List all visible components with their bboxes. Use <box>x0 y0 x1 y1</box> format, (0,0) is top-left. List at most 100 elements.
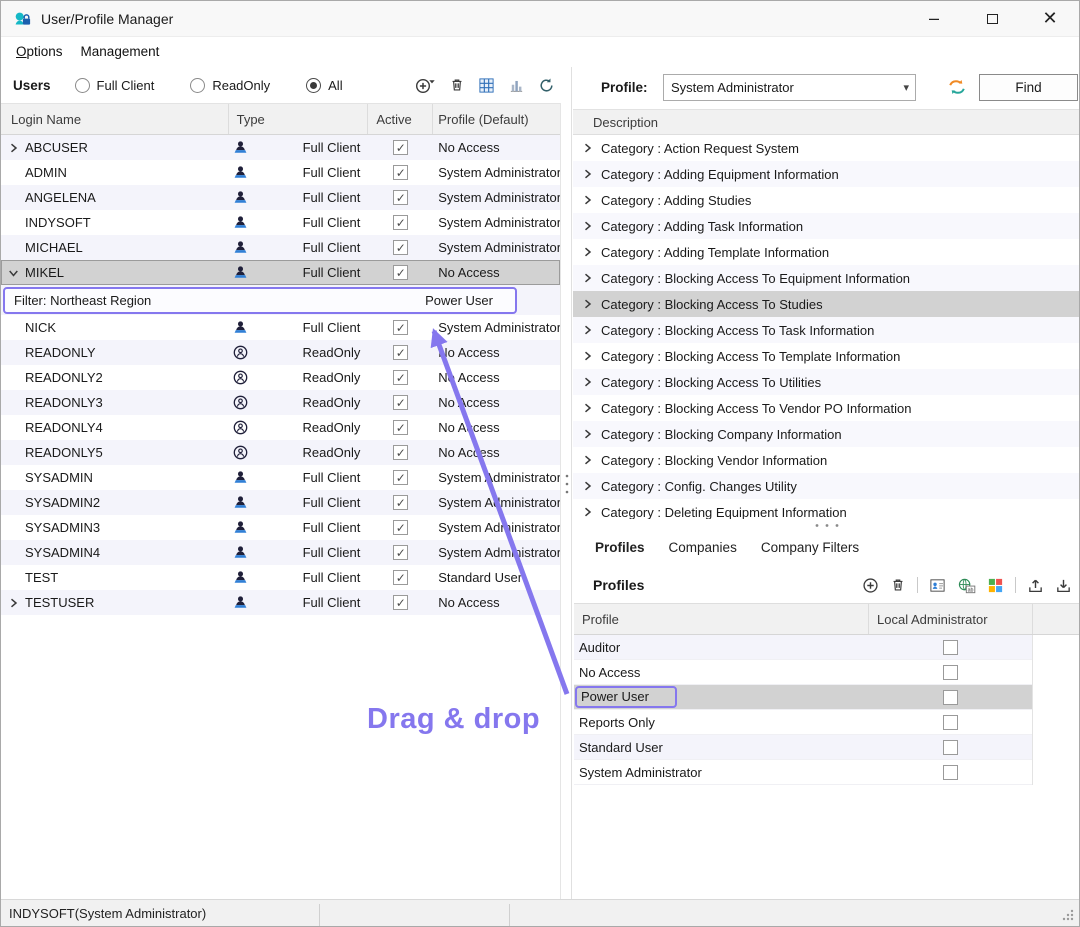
active-checkbox[interactable]: ✓ <box>393 545 408 560</box>
collapse-icon[interactable] <box>9 268 19 277</box>
expand-icon[interactable] <box>583 325 592 335</box>
active-checkbox[interactable]: ✓ <box>393 345 408 360</box>
grid-view-icon[interactable] <box>478 77 495 94</box>
active-checkbox[interactable]: ✓ <box>393 240 408 255</box>
description-item[interactable]: Category : Blocking Access To Utilities <box>573 369 1080 395</box>
close-button[interactable]: ✕ <box>1021 1 1079 36</box>
add-user-icon[interactable] <box>414 76 436 94</box>
filter-drop-target[interactable]: Filter: Northeast RegionPower User <box>3 287 517 314</box>
description-item[interactable]: Category : Adding Task Information <box>573 213 1080 239</box>
active-checkbox[interactable]: ✓ <box>393 470 408 485</box>
expand-icon[interactable] <box>583 403 592 413</box>
user-row-sysadmin2[interactable]: SYSADMIN2Full Client✓System Administrato… <box>1 490 560 515</box>
horizontal-splitter[interactable] <box>573 519 1080 531</box>
delete-icon[interactable] <box>890 577 906 593</box>
add-icon[interactable] <box>862 577 879 594</box>
local-admin-checkbox[interactable] <box>943 715 958 730</box>
description-item[interactable]: Category : Blocking Company Information <box>573 421 1080 447</box>
active-checkbox[interactable]: ✓ <box>393 495 408 510</box>
expand-icon[interactable] <box>583 247 592 257</box>
user-row-michael[interactable]: MICHAELFull Client✓System Administrator <box>1 235 560 260</box>
matrix-icon[interactable] <box>987 577 1004 594</box>
description-item[interactable]: Category : Adding Template Information <box>573 239 1080 265</box>
expand-icon[interactable] <box>583 273 592 283</box>
user-row-sysadmin[interactable]: SYSADMINFull Client✓System Administrator <box>1 465 560 490</box>
description-item[interactable]: Category : Adding Studies <box>573 187 1080 213</box>
description-item[interactable]: Category : Blocking Access To Vendor PO … <box>573 395 1080 421</box>
import-icon[interactable] <box>1055 577 1072 594</box>
expand-icon[interactable] <box>583 455 592 465</box>
active-checkbox[interactable]: ✓ <box>393 190 408 205</box>
profile-drag-source[interactable]: Power User <box>575 686 677 708</box>
active-checkbox[interactable]: ✓ <box>393 265 408 280</box>
user-card-icon[interactable] <box>929 577 946 594</box>
chart-icon[interactable] <box>508 77 525 94</box>
user-row-nick[interactable]: NICKFull Client✓System Administrator <box>1 315 560 340</box>
user-row-sysadmin4[interactable]: SYSADMIN4Full Client✓System Administrato… <box>1 540 560 565</box>
panel-splitter-grip[interactable] <box>564 473 570 495</box>
active-checkbox[interactable]: ✓ <box>393 320 408 335</box>
user-row-readonly3[interactable]: READONLY3ReadOnly✓No Access <box>1 390 560 415</box>
user-row-abcuser[interactable]: ABCUSERFull Client✓No Access <box>1 135 560 160</box>
user-row-readonly[interactable]: READONLYReadOnly✓No Access <box>1 340 560 365</box>
active-checkbox[interactable]: ✓ <box>393 370 408 385</box>
active-checkbox[interactable]: ✓ <box>393 215 408 230</box>
expand-icon[interactable] <box>583 481 592 491</box>
user-row-test[interactable]: TESTFull Client✓Standard User <box>1 565 560 590</box>
expand-icon[interactable] <box>583 221 592 231</box>
local-admin-checkbox[interactable] <box>943 690 958 705</box>
description-item[interactable]: Category : Deleting Equipment Informatio… <box>573 499 1080 519</box>
column-header-active[interactable]: Active <box>368 104 433 134</box>
description-item[interactable]: Category : Config. Changes Utility <box>573 473 1080 499</box>
active-checkbox[interactable]: ✓ <box>393 570 408 585</box>
active-checkbox[interactable]: ✓ <box>393 595 408 610</box>
tab-profiles[interactable]: Profiles <box>585 533 655 562</box>
user-row-testuser[interactable]: TESTUSERFull Client✓No Access <box>1 590 560 615</box>
expand-icon[interactable] <box>583 169 592 179</box>
menu-item-management[interactable]: Management <box>72 37 169 67</box>
profile-row-auditor[interactable]: Auditor <box>574 635 1032 660</box>
profile-row-reports-only[interactable]: Reports Only <box>574 710 1032 735</box>
column-header-profile[interactable]: Profile <box>574 604 869 634</box>
profile-row-standard-user[interactable]: Standard User <box>574 735 1032 760</box>
tab-companies[interactable]: Companies <box>659 533 747 562</box>
user-row-admin[interactable]: ADMINFull Client✓System Administrator <box>1 160 560 185</box>
local-admin-checkbox[interactable] <box>943 765 958 780</box>
expand-icon[interactable] <box>583 507 592 517</box>
description-item[interactable]: Category : Action Request System <box>573 135 1080 161</box>
user-row-readonly5[interactable]: READONLY5ReadOnly✓No Access <box>1 440 560 465</box>
profile-row-no-access[interactable]: No Access <box>574 660 1032 685</box>
description-item[interactable]: Category : Blocking Access To Template I… <box>573 343 1080 369</box>
active-checkbox[interactable]: ✓ <box>393 520 408 535</box>
active-checkbox[interactable]: ✓ <box>393 445 408 460</box>
active-checkbox[interactable]: ✓ <box>393 140 408 155</box>
rename-icon[interactable]: ab <box>957 577 976 594</box>
minimize-button[interactable]: – <box>905 1 963 36</box>
user-row-angelena[interactable]: ANGELENAFull Client✓System Administrator <box>1 185 560 210</box>
user-row-readonly2[interactable]: READONLY2ReadOnly✓No Access <box>1 365 560 390</box>
radio-all[interactable]: All <box>306 78 342 93</box>
expand-icon[interactable] <box>9 143 18 153</box>
expand-icon[interactable] <box>583 351 592 361</box>
menu-item-options[interactable]: Options <box>7 37 72 67</box>
column-header-profile-default[interactable]: Profile (Default) <box>433 104 560 134</box>
description-item[interactable]: Category : Adding Equipment Information <box>573 161 1080 187</box>
description-item[interactable]: Category : Blocking Vendor Information <box>573 447 1080 473</box>
user-row-readonly4[interactable]: READONLY4ReadOnly✓No Access <box>1 415 560 440</box>
description-item[interactable]: Category : Blocking Access To Task Infor… <box>573 317 1080 343</box>
expand-icon[interactable] <box>9 598 18 608</box>
active-checkbox[interactable]: ✓ <box>393 420 408 435</box>
profile-dropdown[interactable]: System Administrator ▾ <box>663 74 916 101</box>
profile-row-system-administrator[interactable]: System Administrator <box>574 760 1032 785</box>
sync-icon[interactable] <box>947 78 967 96</box>
column-header-local-administrator[interactable]: Local Administrator <box>869 604 1033 634</box>
maximize-button[interactable] <box>963 1 1021 36</box>
local-admin-checkbox[interactable] <box>943 665 958 680</box>
user-row-sysadmin3[interactable]: SYSADMIN3Full Client✓System Administrato… <box>1 515 560 540</box>
column-header-type[interactable]: Type <box>229 104 369 134</box>
user-row-mikel[interactable]: MIKELFull Client✓No Access <box>1 260 560 285</box>
radio-readonly[interactable]: ReadOnly <box>190 78 270 93</box>
active-checkbox[interactable]: ✓ <box>393 165 408 180</box>
description-item[interactable]: Category : Blocking Access To Studies <box>573 291 1080 317</box>
profile-row-power-user[interactable]: Power User <box>574 685 1032 710</box>
